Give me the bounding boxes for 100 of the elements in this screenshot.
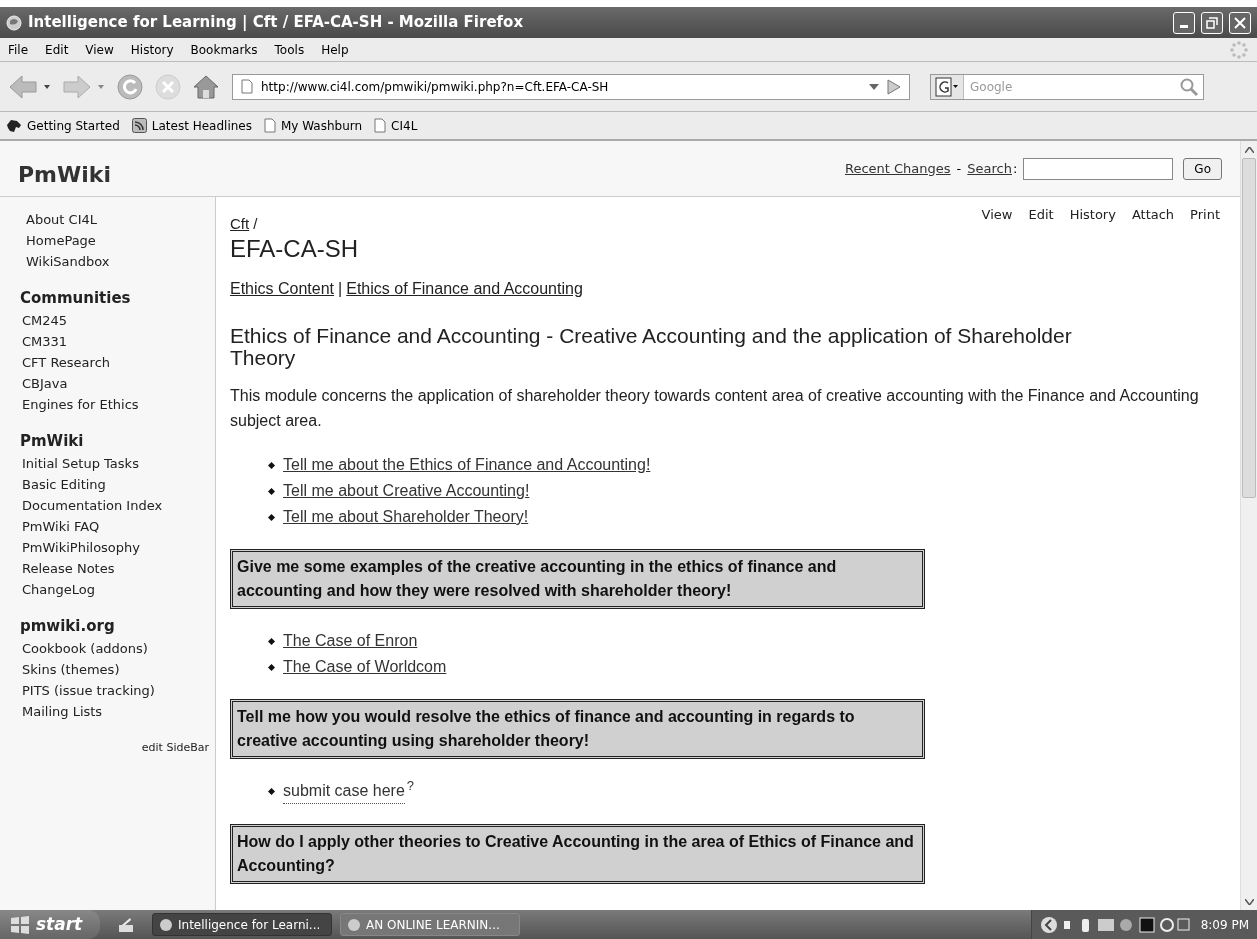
menu-item[interactable]: Help [321, 40, 349, 59]
sidebar-link[interactable]: ChangeLog [20, 579, 195, 600]
section-heading: Ethics of Finance and Accounting - Creative Accounting and the application of Shareholder Theory [230, 325, 1073, 369]
minimize-button[interactable] [1173, 11, 1195, 34]
tray-icons-drawing[interactable] [1039, 915, 1190, 934]
link[interactable]: The Case of Worldcom [283, 655, 447, 679]
app-icon [347, 917, 361, 932]
colon-text: : [1012, 159, 1018, 178]
sidebar-link[interactable]: WikiSandbox [20, 251, 195, 272]
bullet-icon [268, 788, 275, 795]
menu-item[interactable]: Edit [45, 40, 69, 59]
sidebar-link[interactable]: HomePage [20, 230, 195, 251]
bullet-icon [268, 487, 275, 495]
trail-link[interactable]: Ethics of Finance and Accounting [346, 277, 583, 301]
scroll-up-icon[interactable] [1244, 146, 1254, 153]
page-action-link[interactable]: View [981, 205, 1013, 225]
search-icon[interactable] [1179, 76, 1199, 97]
sidebar-link[interactable]: Basic Editing [20, 474, 195, 495]
bullet-icon [268, 663, 275, 671]
url-text: http://www.ci4l.com/pmwiki/pmwiki.php?n=Cft.EFA-CA-SH [261, 78, 610, 96]
menu-item[interactable]: Bookmarks [190, 40, 258, 59]
scroll-down-icon[interactable] [1244, 898, 1254, 905]
sidebar-heading: PmWiki [20, 431, 85, 452]
bookmark-link[interactable]: My Washburn [280, 116, 363, 135]
page-action-link[interactable]: Print [1190, 205, 1220, 225]
sidebar-heading: Communities [20, 288, 132, 309]
sidebar-link[interactable]: PmWikiPhilosophy [20, 537, 195, 558]
feed-icon [131, 118, 147, 133]
menu-item[interactable]: Tools [274, 40, 305, 59]
firefox-icon [6, 14, 22, 31]
restore-button[interactable] [1201, 11, 1223, 34]
taskbar-button[interactable]: AN ONLINE LEARNIN... [340, 913, 520, 936]
trail-link[interactable]: Ethics Content [230, 277, 335, 301]
sidebar-link[interactable]: Documentation Index [20, 495, 195, 516]
taskbar-button[interactable]: Intelligence for Learni... [152, 913, 332, 936]
trail-separator: | [338, 279, 343, 299]
web-search-field[interactable]: Google [930, 73, 1204, 100]
breadcrumb-separator: / [253, 213, 258, 234]
sidebar-link[interactable]: Skins (themes) [20, 659, 195, 680]
sidebar-link[interactable]: Cookbook (addons) [20, 638, 195, 659]
page-icon [374, 118, 387, 133]
scrollbar[interactable] [1240, 141, 1257, 910]
sidebar-link[interactable]: Initial Setup Tasks [20, 453, 195, 474]
sidebar-link[interactable]: CBJava [20, 373, 195, 394]
bookmark-link[interactable]: CI4L [391, 116, 418, 135]
create-page-link[interactable]: ? [406, 779, 415, 793]
go-button[interactable]: Go [1183, 157, 1222, 180]
page-action-link[interactable]: Attach [1131, 205, 1175, 225]
menu-item[interactable]: View [85, 40, 114, 59]
menu-item[interactable]: History [130, 40, 174, 59]
search-engine-icon[interactable] [931, 74, 964, 99]
page-title: EFA-CA-SH [230, 235, 359, 263]
intro-paragraph: This module concerns the application of shareholder theory towards content area of creative accounting with the Finance and Accounting subject area. [230, 386, 1200, 431]
bullet-icon [268, 637, 275, 645]
window-title: Intelligence for Learning | Cft / EFA-CA-SH - Mozilla Firefox [28, 12, 525, 34]
link[interactable]: Tell me about Shareholder Theory! [283, 505, 529, 529]
sidebar-link[interactable]: CM331 [20, 331, 195, 352]
sidebar-link[interactable]: About CI4L [20, 209, 195, 230]
sidebar-link[interactable]: PmWiki FAQ [20, 516, 195, 537]
page-action-link[interactable]: Edit [1028, 205, 1054, 225]
address-field[interactable]: http://www.ci4l.com/pmwiki/pmwiki.php?n=Cft.EFA-CA-SH [232, 73, 910, 100]
wiki-search-field[interactable] [1023, 157, 1174, 180]
link[interactable]: Tell me about Creative Accounting! [283, 479, 530, 503]
question-box: Give me some examples of the creative accounting in the ethics of finance and accounting and how they were resolved with shareholder theory! [230, 549, 925, 609]
search-link[interactable]: Search [967, 158, 1012, 179]
separator-text: - [956, 159, 962, 178]
task-label: Intelligence for Learni... [178, 916, 321, 934]
windows-logo-icon [10, 915, 30, 934]
bullet-icon [268, 461, 275, 469]
sidebar-link[interactable]: CM245 [20, 310, 195, 331]
start-button[interactable]: start [0, 910, 100, 939]
restore-icon [1206, 16, 1218, 29]
link[interactable]: The Case of Enron [283, 629, 418, 653]
page-action-link[interactable]: History [1069, 205, 1116, 225]
question-box: Tell me how you would resolve the ethics of finance and accounting in regards to creative accounting using shareholder theory! [230, 699, 925, 759]
sidebar-link[interactable]: Release Notes [20, 558, 195, 579]
dog-icon [6, 118, 22, 133]
sidebar-link[interactable]: Mailing Lists [20, 701, 195, 722]
sidebar-link[interactable]: PITS (issue tracking) [20, 680, 195, 701]
link[interactable]: Tell me about the Ethics of Finance and Accounting! [283, 453, 651, 477]
search-input[interactable]: Google [964, 77, 1179, 96]
wiki-logo[interactable]: PmWiki [18, 158, 839, 191]
dropdown-icon[interactable] [869, 83, 879, 90]
close-button[interactable] [1229, 11, 1251, 34]
bookmark-link[interactable]: Getting Started [27, 116, 120, 135]
sidebar-link[interactable]: CFT Research [20, 352, 195, 373]
clock: 8:09 PM [1200, 916, 1249, 934]
question-box: How do I apply other theories to Creative Accounting in the area of Ethics of Finance and Accounting? [230, 824, 925, 884]
bookmark-link[interactable]: Latest Headlines [151, 116, 252, 135]
link[interactable]: submit case here [283, 779, 405, 804]
menu-item[interactable]: File [8, 40, 29, 59]
sidebar-link[interactable]: Engines for Ethics [20, 394, 195, 415]
edit-sidebar-link[interactable]: edit SideBar [141, 740, 209, 757]
recent-changes-link[interactable]: Recent Changes [845, 158, 951, 179]
go-arrow-icon[interactable] [887, 78, 901, 95]
reload-icon[interactable] [116, 72, 144, 101]
close-icon [1234, 16, 1246, 29]
quick-launch-icon[interactable] [118, 916, 134, 933]
page-icon [263, 118, 276, 133]
breadcrumb-link[interactable]: Cft [230, 212, 250, 235]
